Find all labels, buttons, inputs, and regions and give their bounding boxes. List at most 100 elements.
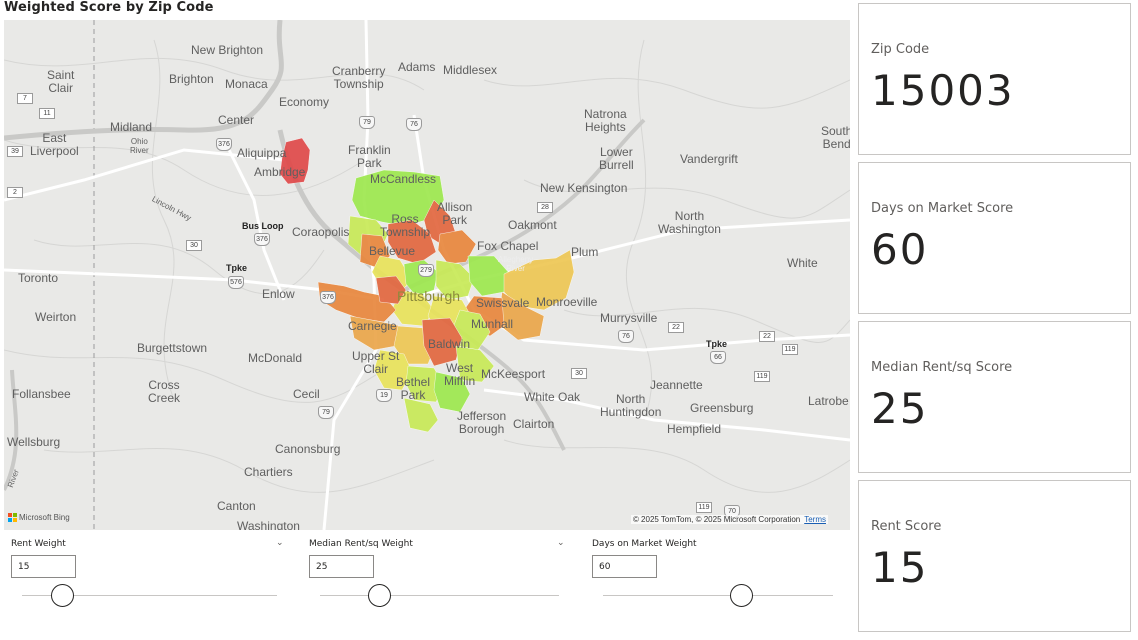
route-shield-76: 76 <box>406 118 422 131</box>
map-label-midland: Midland <box>110 120 153 134</box>
route-shield-119b: 119 <box>754 371 770 382</box>
map-label-ambridge: Ambridge <box>254 165 306 179</box>
slicer-days-on-market-weight: Days on Market Weight <box>585 536 845 632</box>
map-label-vandergrift: Vandergrift <box>680 152 738 166</box>
map-label-south-bend: South Bend <box>821 124 850 151</box>
map-label-chartiers: Chartiers <box>244 465 293 479</box>
map-label-new-kensington: New Kensington <box>540 181 628 195</box>
route-shield-376c: 376 <box>320 291 336 304</box>
card-median-rent-sq-score: Median Rent/sq Score 25 <box>858 321 1131 473</box>
map-label-carnegie: Carnegie <box>348 319 397 333</box>
map-label-coraopolis: Coraopolis <box>292 225 350 239</box>
map-label-monroeville: Monroeville <box>536 295 598 309</box>
map-label-tpke: Tpke <box>226 263 248 273</box>
map-label-center: Center <box>218 113 255 127</box>
map-label-oakmont: Oakmont <box>508 218 557 232</box>
median-rent-sq-weight-slider-track[interactable] <box>320 595 559 596</box>
rent-weight-input[interactable] <box>11 555 76 578</box>
route-shield-119: 119 <box>782 344 798 355</box>
route-shield-11: 11 <box>39 108 55 119</box>
map-label-saint-clair: Saint Clair <box>47 68 75 95</box>
map-label-bus-loop: Bus Loop <box>242 221 284 231</box>
map-label-lower-burrell: Lower Burrell <box>599 145 634 172</box>
card-days-on-market-label: Days on Market Score <box>871 201 1014 216</box>
map-label-baldwin: Baldwin <box>428 337 471 351</box>
map-label-canton: Canton <box>217 499 256 513</box>
map-label-brighton: Brighton <box>169 72 214 86</box>
zip-code-map[interactable]: New Brighton Saint Clair Brighton Monaca… <box>4 20 850 530</box>
route-shield-279: 279 <box>418 264 434 277</box>
card-days-on-market-score: Days on Market Score 60 <box>858 162 1131 314</box>
map-label-allison-park: Allison Park <box>437 200 473 227</box>
days-on-market-weight-slider-track[interactable] <box>603 595 833 596</box>
card-days-on-market-value: 60 <box>871 225 929 274</box>
card-rent-score: Rent Score 15 <box>858 480 1131 632</box>
median-rent-sq-weight-input[interactable] <box>309 555 374 578</box>
slicer-rent-weight-label: Rent Weight <box>11 539 66 549</box>
card-zip-code-value: 15003 <box>871 66 1015 115</box>
map-label-enlow: Enlow <box>262 287 295 301</box>
days-on-market-weight-slider-thumb[interactable] <box>729 584 753 607</box>
chevron-down-icon[interactable]: ⌄ <box>276 538 284 548</box>
map-label-aliquippa: Aliquippa <box>237 146 287 160</box>
route-shield-19: 19 <box>376 389 392 402</box>
days-on-market-weight-input[interactable] <box>592 555 657 578</box>
map-label-weirton: Weirton <box>35 310 77 324</box>
map-label-mccandless: McCandless <box>370 172 437 186</box>
route-shield-66: 66 <box>710 351 726 364</box>
route-shield-376b: 376 <box>254 233 270 246</box>
route-shield-119c: 119 <box>696 502 712 513</box>
map-label-swissvale: Swissvale <box>476 296 530 310</box>
map-label-monaca: Monaca <box>225 77 268 91</box>
chevron-down-icon[interactable]: ⌄ <box>557 538 565 548</box>
rent-weight-slider-thumb[interactable] <box>51 584 75 607</box>
map-label-west-mifflin: West Mifflin <box>444 361 476 388</box>
terms-link[interactable]: Terms <box>804 515 826 524</box>
map-label-mcdonald: McDonald <box>248 351 303 365</box>
map-label-jefferson-borough: Jefferson Borough <box>457 409 507 436</box>
map-label-murrysville: Murrysville <box>600 311 658 325</box>
map-label-plum: Plum <box>571 245 599 259</box>
slicer-median-rent-sq-weight-label: Median Rent/sq Weight <box>309 539 413 549</box>
map-label-cranberry: Cranberry Township <box>332 64 386 91</box>
map-label-toronto: Toronto <box>18 271 59 285</box>
map-label-tpke-east: Tpke <box>706 339 728 349</box>
map-label-munhall: Munhall <box>471 317 514 331</box>
map-label-middlesex: Middlesex <box>443 63 498 77</box>
map-label-upper-st-clair: Upper St Clair <box>352 349 400 376</box>
median-rent-sq-weight-slider-thumb[interactable] <box>368 584 392 607</box>
map-label-greensburg: Greensburg <box>690 401 754 415</box>
route-shield-7: 7 <box>17 93 33 104</box>
map-visual-title: Weighted Score by Zip Code <box>4 0 214 15</box>
map-label-ohio-river: Ohio River <box>130 137 149 155</box>
map-label-follansbee: Follansbee <box>12 387 71 401</box>
route-shield-22: 22 <box>668 322 684 333</box>
map-label-franklin-park: Franklin Park <box>348 143 391 170</box>
route-shield-376: 376 <box>216 138 232 151</box>
route-shield-76b: 76 <box>618 330 634 343</box>
card-rent-score-value: 15 <box>871 543 929 592</box>
route-shield-39: 39 <box>7 146 23 157</box>
map-label-north-huntingdon: North Huntingdon <box>600 392 662 419</box>
bing-logo-label: Microsoft Bing <box>19 513 70 522</box>
card-zip-code: Zip Code 15003 <box>858 3 1131 155</box>
map-label-jeannette: Jeannette <box>650 378 703 392</box>
map-label-canonsburg: Canonsburg <box>275 442 341 456</box>
route-shield-79b: 79 <box>318 406 334 419</box>
card-median-rent-sq-label: Median Rent/sq Score <box>871 360 1013 375</box>
map-label-ross-township: Ross Township <box>380 212 431 239</box>
card-median-rent-sq-value: 25 <box>871 384 929 433</box>
route-shield-2: 2 <box>7 187 23 198</box>
map-label-economy: Economy <box>279 95 330 109</box>
map-label-allegheny-river: Allegheny River <box>498 255 534 273</box>
slicer-days-on-market-weight-label: Days on Market Weight <box>592 539 697 549</box>
map-label-north-washington: North Washington <box>658 209 721 236</box>
route-shield-79: 79 <box>359 116 375 129</box>
microsoft-logo-icon <box>8 513 17 522</box>
slicer-rent-weight: Rent Weight ⌄ <box>4 536 294 632</box>
map-label-bellevue: Bellevue <box>369 244 416 258</box>
map-copyright: © 2025 TomTom, © 2025 Microsoft Corporat… <box>630 515 828 524</box>
map-label-pittsburgh: Pittsburgh <box>397 288 461 304</box>
map-label-burgettstown: Burgettstown <box>137 341 208 355</box>
map-label-fox-chapel: Fox Chapel <box>477 239 539 253</box>
